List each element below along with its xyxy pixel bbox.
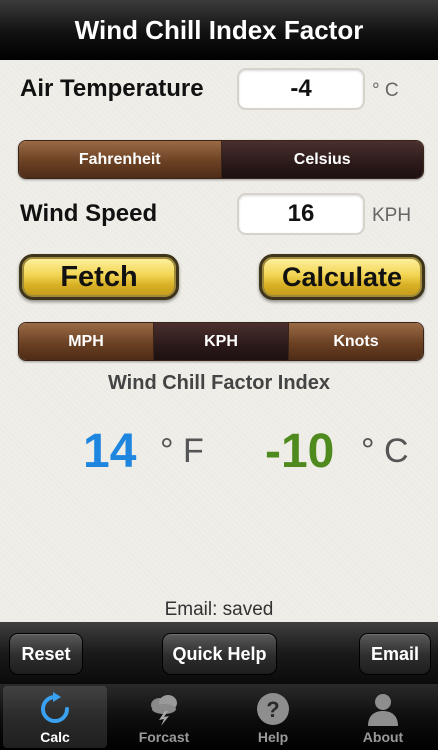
tab-about[interactable]: About xyxy=(331,686,435,748)
air-temperature-label: Air Temperature xyxy=(20,75,204,102)
question-icon: ? xyxy=(257,693,289,725)
quick-help-button[interactable]: Quick Help xyxy=(162,633,277,675)
person-icon xyxy=(368,694,398,726)
segment-kph[interactable]: KPH xyxy=(154,323,289,360)
storm-cloud-icon xyxy=(151,695,177,726)
segment-mph[interactable]: MPH xyxy=(19,323,154,360)
reset-button[interactable]: Reset xyxy=(9,633,83,675)
tab-calc-label: Calc xyxy=(40,729,70,745)
tab-forcast[interactable]: Forcast xyxy=(112,686,216,748)
tab-bar: Calc Forcast ? Help About xyxy=(0,684,438,750)
wind-speed-field[interactable]: 16 xyxy=(237,193,365,235)
email-status: Email: saved xyxy=(164,599,274,620)
wind-speed-unit: KPH xyxy=(372,205,412,226)
calculate-button[interactable]: Calculate xyxy=(259,254,425,300)
refresh-icon xyxy=(41,692,69,723)
result-celsius-value: -10 xyxy=(265,425,335,478)
app-title: Wind Chill Index Factor xyxy=(0,0,438,60)
fetch-button[interactable]: Fetch xyxy=(19,254,179,300)
result-fahrenheit-unit: ° F xyxy=(160,432,204,470)
segment-celsius[interactable]: Celsius xyxy=(221,141,423,178)
result-title: Wind Chill Factor Index xyxy=(107,372,331,394)
speed-unit-toggle: MPH KPH Knots xyxy=(18,322,424,361)
result-fahrenheit-value: 14 xyxy=(83,425,137,478)
wind-speed-label: Wind Speed xyxy=(20,200,158,227)
result-celsius-unit: ° C xyxy=(361,432,409,470)
action-bar: Reset Quick Help Email xyxy=(0,622,438,684)
temperature-unit-toggle: Fahrenheit Celsius xyxy=(18,140,424,179)
tab-help-label: Help xyxy=(257,729,289,745)
air-temperature-field[interactable]: -4 xyxy=(237,68,365,110)
air-temperature-unit: ° C xyxy=(372,80,399,101)
tab-calc[interactable]: Calc xyxy=(3,686,107,748)
svg-text:?: ? xyxy=(266,697,279,722)
tab-about-label: About xyxy=(362,729,404,745)
segment-knots[interactable]: Knots xyxy=(289,323,423,360)
tab-help[interactable]: ? Help xyxy=(221,686,325,748)
email-button[interactable]: Email xyxy=(359,633,431,675)
segment-fahrenheit[interactable]: Fahrenheit xyxy=(19,141,222,178)
tab-forcast-label: Forcast xyxy=(138,729,190,745)
